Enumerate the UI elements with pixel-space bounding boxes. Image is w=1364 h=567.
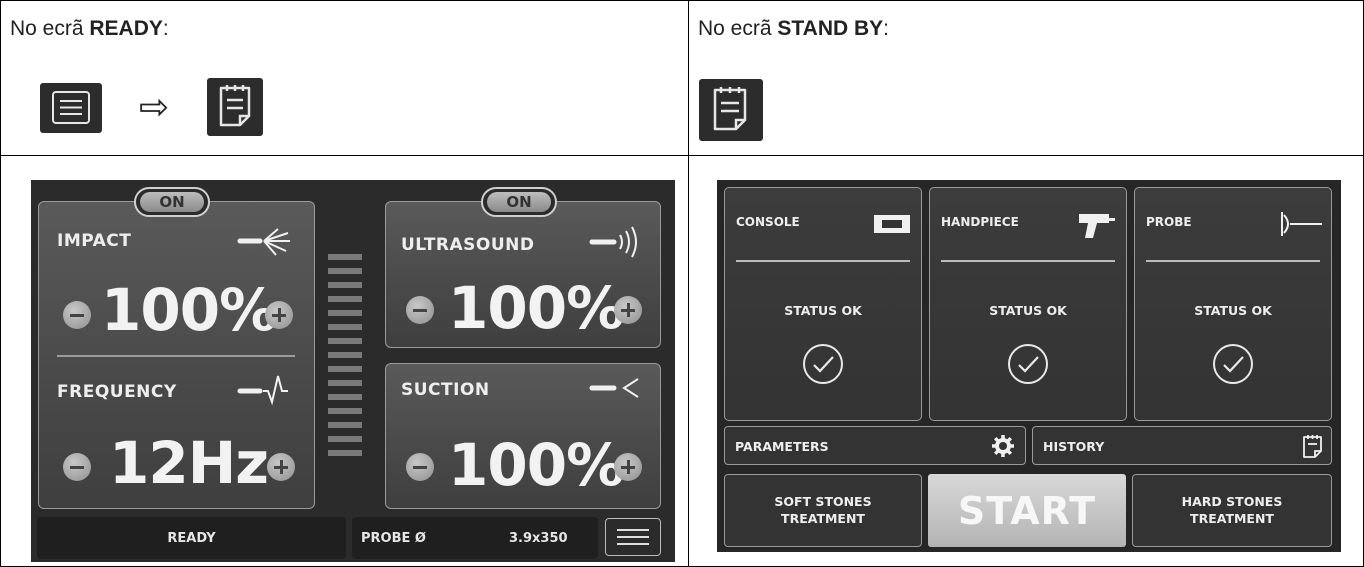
frequency-decrease-button[interactable] <box>63 453 91 481</box>
ultrasound-decrease-button[interactable] <box>406 296 434 324</box>
level-segment <box>328 310 362 316</box>
console-card[interactable]: CONSOLE STATUS OK <box>724 187 922 421</box>
impact-decrease-button[interactable] <box>63 301 91 329</box>
ultrasound-on-toggle[interactable]: ON <box>481 187 557 217</box>
ready-screen: IMPACT 100% FREQUENCY 12Hz ON ULTRASOUND… <box>31 180 675 562</box>
level-segment <box>328 296 362 302</box>
level-segment <box>328 268 362 274</box>
level-segment <box>328 352 362 358</box>
level-segment <box>328 450 362 456</box>
ultrasound-panel: ULTRASOUND 100% <box>385 201 661 348</box>
menu-icon <box>616 536 650 538</box>
ultrasound-icon <box>584 222 650 258</box>
intro-suffix: : <box>883 17 889 40</box>
parameters-label: PARAMETERS <box>735 439 829 454</box>
ultrasound-label: ULTRASOUND <box>401 235 535 255</box>
intro-bold: READY <box>89 17 163 40</box>
level-segment <box>328 254 362 260</box>
impact-on-toggle[interactable]: ON <box>134 187 210 217</box>
handpiece-card[interactable]: HANDPIECE STATUS OK <box>929 187 1127 421</box>
arrow-right-icon: ⇨ <box>139 86 170 127</box>
hard-stones-treatment-button[interactable]: HARD STONES TREATMENT <box>1132 474 1332 547</box>
notepad-icon <box>699 79 763 141</box>
card-divider <box>941 260 1115 262</box>
history-label: HISTORY <box>1043 439 1105 454</box>
level-segment <box>328 394 362 400</box>
level-segment <box>328 380 362 386</box>
soft-stones-treatment-button[interactable]: SOFT STONES TREATMENT <box>724 474 922 547</box>
level-segment <box>328 366 362 372</box>
level-segment <box>328 282 362 288</box>
check-circle-icon <box>1007 343 1049 385</box>
suction-increase-button[interactable] <box>614 453 642 481</box>
intro-prefix: No ecrã <box>698 17 778 40</box>
level-segment <box>328 422 362 428</box>
standby-intro-text: No ecrã STAND BY: <box>698 17 889 41</box>
frequency-value: 12Hz <box>109 429 269 497</box>
history-button[interactable]: HISTORY <box>1032 426 1332 465</box>
status-text: READY <box>167 531 216 546</box>
parameters-button[interactable]: PARAMETERS <box>724 426 1026 465</box>
console-icon <box>872 213 912 235</box>
ready-status-box: READY <box>37 517 346 559</box>
console-title: CONSOLE <box>736 215 800 229</box>
menu-button[interactable] <box>605 518 661 556</box>
intro-suffix: : <box>162 17 169 40</box>
level-segment <box>328 408 362 414</box>
table-border-top <box>0 0 1364 1</box>
level-segment <box>328 338 362 344</box>
frequency-increase-button[interactable] <box>267 453 295 481</box>
handpiece-title: HANDPIECE <box>941 215 1019 229</box>
notepad-icon <box>1301 433 1325 459</box>
notepad-icon <box>207 78 263 136</box>
on-label: ON <box>487 192 551 212</box>
start-button[interactable]: START <box>928 474 1126 547</box>
probe-card[interactable]: PROBE STATUS OK <box>1134 187 1332 421</box>
impact-value: 100% <box>101 276 277 344</box>
handpiece-status: STATUS OK <box>989 303 1067 318</box>
handpiece-icon <box>1075 210 1117 240</box>
suction-panel: SUCTION 100% <box>385 363 661 509</box>
check-circle-icon <box>802 343 844 385</box>
card-divider <box>736 260 910 262</box>
impact-label: IMPACT <box>57 231 132 251</box>
menu-icon <box>40 83 102 133</box>
impact-frequency-panel: IMPACT 100% FREQUENCY 12Hz <box>38 201 315 509</box>
menu-icon <box>616 529 650 531</box>
impact-increase-button[interactable] <box>265 301 293 329</box>
probe-label: PROBE Ø <box>361 531 426 546</box>
ultrasound-value: 100% <box>448 274 624 342</box>
standby-screen: CONSOLE STATUS OK HANDPIECE STATUS OK PR… <box>717 180 1341 552</box>
console-status: STATUS OK <box>784 303 862 318</box>
panel-divider <box>57 355 295 357</box>
frequency-icon <box>236 372 302 406</box>
intro-prefix: No ecrã <box>10 17 90 40</box>
check-circle-icon <box>1212 343 1254 385</box>
menu-icon <box>616 543 650 545</box>
table-divider <box>688 0 689 567</box>
probe-value: 3.9x350 <box>509 531 568 546</box>
frequency-label: FREQUENCY <box>57 382 177 402</box>
level-segment <box>328 436 362 442</box>
card-divider <box>1146 260 1320 262</box>
probe-title: PROBE <box>1146 215 1192 229</box>
level-segment <box>328 324 362 330</box>
table-border-left <box>0 0 1 567</box>
gear-icon <box>991 434 1015 458</box>
intro-bold: STAND BY <box>777 17 884 40</box>
on-label: ON <box>140 192 204 212</box>
suction-decrease-button[interactable] <box>406 453 434 481</box>
suction-value: 100% <box>448 431 624 499</box>
suction-label: SUCTION <box>401 380 490 400</box>
impact-icon <box>236 221 302 257</box>
ultrasound-increase-button[interactable] <box>614 296 642 324</box>
probe-icon <box>1278 209 1324 239</box>
probe-info-box: PROBE Ø 3.9x350 <box>352 517 598 559</box>
table-row-divider <box>0 155 1364 156</box>
ready-intro-text: No ecrã READY: <box>10 17 169 41</box>
suction-icon <box>584 373 650 403</box>
probe-status: STATUS OK <box>1194 303 1272 318</box>
